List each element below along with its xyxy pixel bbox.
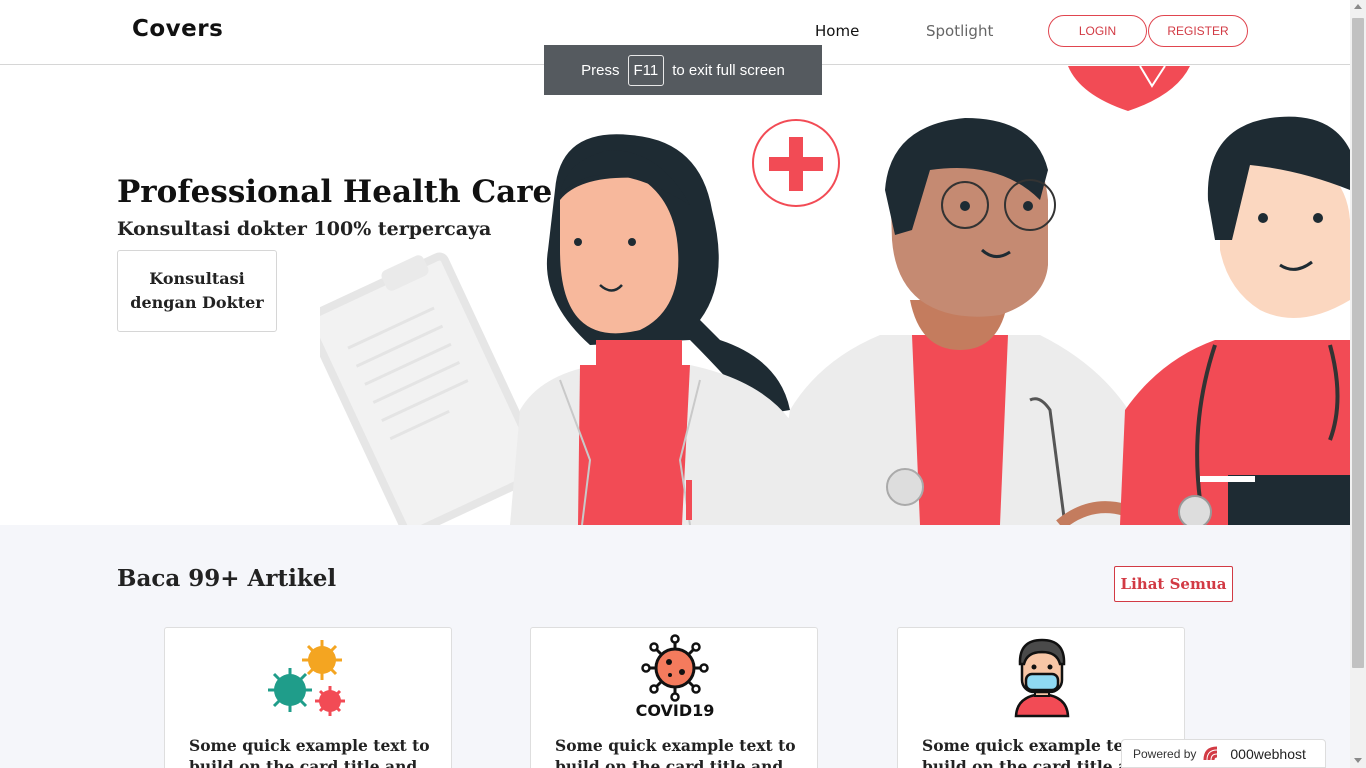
- hero-section: Professional Health Care Konsultasi dokt…: [0, 66, 1350, 525]
- 000webhost-logo-icon: [1203, 746, 1218, 760]
- consult-doctor-button[interactable]: Konsultasi dengan Dokter: [117, 250, 277, 332]
- powered-by-label: Powered by: [1133, 746, 1197, 761]
- covid19-virus-icon: COVID19: [636, 634, 715, 718]
- card-text: Some quick example text to build on the …: [189, 736, 430, 768]
- f11-key: F11: [627, 54, 665, 86]
- consult-button-line2: dengan Dokter: [130, 293, 264, 312]
- login-button[interactable]: LOGIN: [1048, 15, 1147, 47]
- hero-subtitle: Konsultasi dokter 100% terpercaya: [117, 218, 492, 240]
- covid19-caption: COVID19: [636, 701, 715, 718]
- powered-by-badge[interactable]: Powered by 000webhost: [1121, 739, 1326, 768]
- register-button[interactable]: REGISTER: [1148, 15, 1248, 47]
- see-all-button[interactable]: Lihat Semua: [1114, 566, 1233, 602]
- scroll-down-icon[interactable]: [1354, 758, 1362, 763]
- nav-link-home[interactable]: Home: [815, 22, 859, 40]
- toast-prefix: Press: [581, 61, 620, 79]
- nav-link-spotlight[interactable]: Spotlight: [926, 22, 993, 40]
- consult-button-line1: Konsultasi: [149, 269, 245, 288]
- articles-section: Baca 99+ Artikel Lihat Semua Some quick …: [0, 525, 1350, 768]
- article-card[interactable]: Some quick example text to build on the …: [164, 627, 452, 768]
- articles-heading: Baca 99+ Artikel: [117, 565, 337, 592]
- page: Covers Home Spotlight LOGIN REGISTER Pro…: [0, 0, 1350, 768]
- male-doctor-right-graphic: [1120, 116, 1350, 525]
- female-doctor-graphic: [510, 134, 800, 525]
- scroll-up-icon[interactable]: [1354, 4, 1362, 9]
- hero-title: Professional Health Care: [117, 174, 553, 210]
- scrollbar-thumb[interactable]: [1352, 18, 1364, 668]
- heart-graphic: [1068, 66, 1190, 111]
- article-card[interactable]: COVID19 Some quick example text to build…: [530, 627, 818, 768]
- powered-by-brand: 000webhost: [1230, 745, 1306, 762]
- masked-person-icon: [1014, 638, 1070, 718]
- virus-cluster-icon: [268, 640, 345, 716]
- clipboard-graphic: [320, 252, 546, 525]
- brand-logo[interactable]: Covers: [132, 16, 223, 42]
- fullscreen-toast: Press F11 to exit full screen: [544, 45, 822, 95]
- card-text: Some quick example text to build on the …: [555, 736, 796, 768]
- toast-suffix: to exit full screen: [672, 61, 785, 79]
- card-image: [165, 634, 451, 718]
- card-image: [898, 634, 1184, 718]
- doctors-illustration: [320, 66, 1350, 525]
- card-image: COVID19: [531, 634, 817, 718]
